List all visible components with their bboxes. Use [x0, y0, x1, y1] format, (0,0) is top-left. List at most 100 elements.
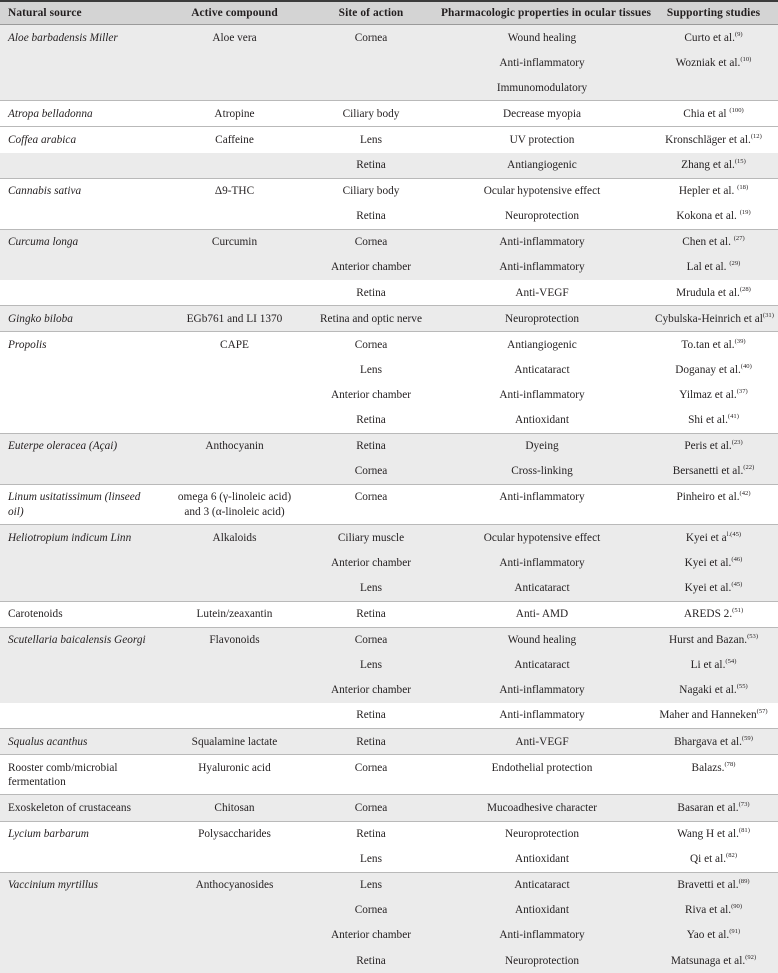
table-row: Lycium barbarumPolysaccharidesRetinaNeur… — [0, 821, 778, 847]
natural-compounds-table: Natural source Active compound Site of a… — [0, 0, 778, 973]
supporting-study-text: Wozniak et al.(10) — [676, 57, 752, 69]
cell-supporting-study: Riva et al.(90) — [649, 898, 778, 923]
cell-active-compound — [162, 898, 307, 923]
natural-source-text: Scutellaria baicalensis Georgi — [8, 634, 146, 646]
table-header: Natural source Active compound Site of a… — [0, 1, 778, 25]
cell-natural-source — [0, 357, 162, 382]
active-compound-text: Polysaccharides — [198, 828, 271, 840]
site-of-action-text: Retina — [356, 159, 386, 171]
cell-active-compound — [162, 357, 307, 382]
cell-supporting-study: Yilmaz et al.(37) — [649, 383, 778, 408]
table-row: CorneaAntioxidantRiva et al.(90) — [0, 898, 778, 923]
site-of-action-text: Cornea — [355, 762, 388, 774]
cell-site-of-action: Retina — [307, 153, 435, 179]
study-author-text: Peris et al. — [684, 440, 731, 452]
supporting-study-text: Yao et al.(91) — [687, 929, 740, 941]
cell-active-compound: Aloe vera — [162, 25, 307, 51]
cell-active-compound — [162, 75, 307, 101]
supporting-study-text: Riva et al.(90) — [685, 904, 742, 916]
study-reference-number: (57) — [757, 709, 768, 716]
active-compound-text: Squalamine lactate — [192, 736, 278, 748]
table-row: RetinaNeuroprotectionKokona et al. (19) — [0, 204, 778, 230]
cell-active-compound — [162, 459, 307, 485]
study-reference-number: (22) — [743, 465, 754, 472]
table-row: RetinaAntiangiogenicZhang et al.(15) — [0, 153, 778, 179]
study-reference-number: (9) — [735, 31, 743, 38]
cell-supporting-study: Doganay et al.(40) — [649, 357, 778, 382]
cell-natural-source: Aloe barbadensis Miller — [0, 25, 162, 51]
site-of-action-text: Retina — [356, 955, 386, 967]
cell-site-of-action: Lens — [307, 847, 435, 873]
cell-natural-source — [0, 898, 162, 923]
active-compound-text: Hyaluronic acid — [198, 762, 270, 774]
cell-pharmacologic-property: Anti-inflammatory — [435, 383, 649, 408]
study-author-text: Pinheiro et al. — [676, 491, 739, 503]
cell-supporting-study: Lal et al. (29) — [649, 255, 778, 280]
study-reference-number: (12) — [751, 133, 762, 140]
active-compound-text: EGb761 and LI 1370 — [187, 313, 283, 325]
study-author-text: Kyei et al. — [685, 582, 732, 594]
table-row: RetinaAnti-inflammatoryMaher and Hanneke… — [0, 703, 778, 729]
cell-site-of-action: Cornea — [307, 229, 435, 255]
pharmacologic-property-text: Anticataract — [514, 879, 569, 891]
study-author-text: Chia et al — [683, 108, 729, 120]
site-of-action-text: Anterior chamber — [331, 684, 411, 696]
cell-supporting-study — [649, 75, 778, 101]
study-author-text: Kronschläger et al. — [665, 134, 751, 146]
cell-site-of-action: Retina — [307, 204, 435, 230]
pharmacologic-property-text: Wound healing — [508, 32, 576, 44]
active-compound-text: Atropine — [214, 108, 254, 120]
cell-active-compound: Hyaluronic acid — [162, 755, 307, 795]
table-row: Cannabis sativaΔ9-THCCiliary bodyOcular … — [0, 178, 778, 204]
supporting-study-text: Matsunaga et al.(92) — [671, 955, 756, 967]
cell-site-of-action: Anterior chamber — [307, 550, 435, 575]
cell-natural-source: Cannabis sativa — [0, 178, 162, 204]
cell-natural-source — [0, 383, 162, 408]
cell-active-compound — [162, 408, 307, 434]
cell-natural-source — [0, 280, 162, 306]
natural-source-text: Exoskeleton of crustaceans — [8, 802, 131, 814]
cell-supporting-study: Kyei et al.(46) — [649, 550, 778, 575]
cell-supporting-study: To.tan et al.(39) — [649, 332, 778, 358]
pharmacologic-property-text: Antiangiogenic — [507, 159, 577, 171]
cell-site-of-action: Cornea — [307, 484, 435, 524]
supporting-study-text: Kyei et al.(45) — [685, 582, 743, 594]
cell-active-compound: Flavonoids — [162, 627, 307, 653]
table-row: Squalus acanthusSqualamine lactateRetina… — [0, 729, 778, 755]
pharmacologic-property-text: Neuroprotection — [505, 828, 579, 840]
cell-pharmacologic-property: Anti-inflammatory — [435, 923, 649, 948]
pharmacologic-property-text: Dyeing — [525, 440, 558, 452]
study-author-text: Bravetti et al. — [677, 879, 738, 891]
cell-active-compound — [162, 923, 307, 948]
cell-site-of-action: Ciliary body — [307, 178, 435, 204]
cell-site-of-action: Cornea — [307, 25, 435, 51]
study-reference-number: (39) — [735, 338, 746, 345]
table-row: LensAntioxidantQi et al.(82) — [0, 847, 778, 873]
active-compound-text: omega 6 (γ-linoleic acid) — [178, 491, 291, 503]
cell-site-of-action: Retina — [307, 703, 435, 729]
pharmacologic-property-text: Anti-VEGF — [515, 736, 568, 748]
study-author-text: Zhang et al. — [681, 159, 735, 171]
cell-supporting-study: Kronschläger et al.(12) — [649, 127, 778, 153]
site-of-action-text: Retina — [356, 210, 386, 222]
study-author-text: Bersanetti et al. — [673, 465, 744, 477]
cell-supporting-study: Peris et al.(23) — [649, 433, 778, 459]
cell-natural-source: Scutellaria baicalensis Georgi — [0, 627, 162, 653]
cell-active-compound: Curcumin — [162, 229, 307, 255]
cell-pharmacologic-property: Antioxidant — [435, 408, 649, 434]
cell-pharmacologic-property: Dyeing — [435, 433, 649, 459]
pharmacologic-property-text: Anti-inflammatory — [499, 929, 584, 941]
cell-active-compound: Lutein/zeaxantin — [162, 601, 307, 627]
study-author-text: Riva et al. — [685, 904, 731, 916]
cell-supporting-study: Cybulska-Heinrich et al(31) — [649, 306, 778, 332]
cell-natural-source: Atropa belladonna — [0, 101, 162, 127]
cell-site-of-action: Retina — [307, 280, 435, 306]
site-of-action-text: Lens — [360, 853, 382, 865]
site-of-action-text: Lens — [360, 582, 382, 594]
cell-supporting-study: Shi et al.(41) — [649, 408, 778, 434]
table-body: Aloe barbadensis MillerAloe veraCorneaWo… — [0, 25, 778, 973]
cell-active-compound: Polysaccharides — [162, 821, 307, 847]
pharmacologic-property-text: Anti-inflammatory — [499, 389, 584, 401]
site-of-action-text: Retina — [356, 736, 386, 748]
cell-active-compound — [162, 948, 307, 973]
